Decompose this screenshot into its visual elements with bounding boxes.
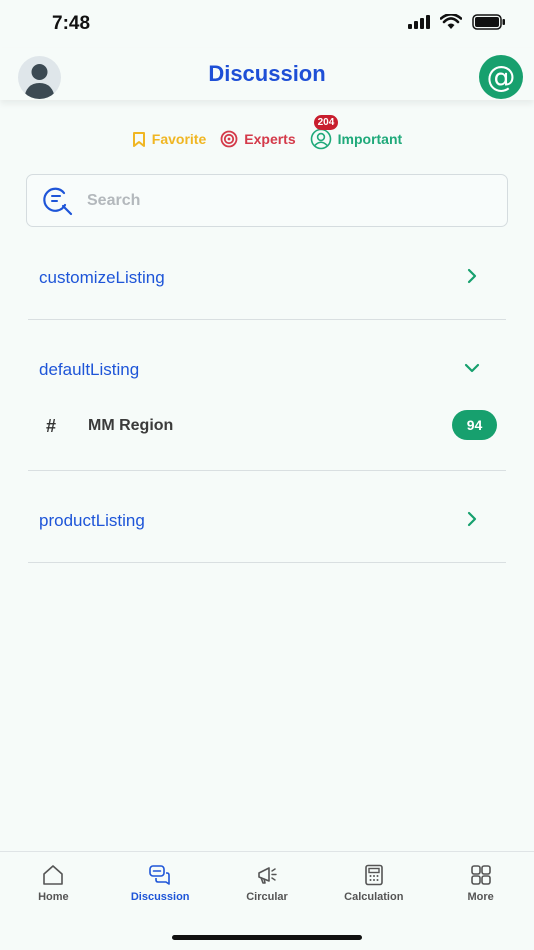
filter-bar: Favorite Experts 204 Important [0,115,534,150]
home-indicator [172,935,362,940]
chevron-right-icon [467,511,477,527]
filter-favorite[interactable]: Favorite [132,131,206,147]
section-customize-listing: customizeListing [28,262,506,292]
chevron-right-icon [467,268,477,284]
bottom-tab-bar: Home Discussion Circular Calculation Mor… [0,851,534,915]
tab-label: Discussion [130,891,190,903]
home-icon [43,865,64,885]
tab-circular[interactable]: Circular [214,852,321,915]
tab-calculation[interactable]: Calculation [320,852,427,915]
status-time: 7:48 [52,13,91,34]
user-circle-icon [310,128,331,150]
calculator-icon [364,864,383,886]
filter-favorite-label: Favorite [151,131,207,147]
filter-experts[interactable]: Experts [220,130,296,148]
filter-important-label: Important [337,131,403,147]
section-default-listing: defaultListing [28,354,506,384]
megaphone-icon [258,867,277,884]
battery-icon [472,14,505,30]
tab-label: More [467,891,494,903]
status-icons [408,14,506,30]
page-title: Discussion [208,61,326,86]
mention-button[interactable]: @ [479,55,523,99]
grid-icon [470,865,491,885]
wifi-icon [440,14,462,29]
channel-row-mm-region[interactable]: # MM Region 94 [28,406,506,446]
section-header-product-listing[interactable]: productListing [28,505,506,535]
hash-icon: # [46,416,57,436]
bookmark-icon [132,131,145,147]
divider [28,470,506,471]
section-header-default-listing[interactable]: defaultListing [28,354,506,384]
section-title: customizeListing [39,268,165,287]
divider [28,562,506,563]
search-box[interactable] [26,174,508,227]
tab-label: Calculation [344,891,404,903]
section-title: productListing [39,511,145,530]
search-input[interactable] [87,191,467,210]
divider [28,319,506,320]
chevron-down-icon [464,363,480,373]
section-header-customize-listing[interactable]: customizeListing [28,262,506,292]
signal-icon [408,15,430,29]
tab-home[interactable]: Home [0,852,107,915]
channel-name: MM Region [88,417,174,434]
tab-more[interactable]: More [427,852,534,915]
filter-experts-label: Experts [244,131,296,147]
unread-count-badge: 94 [452,410,497,440]
section-product-listing: productListing [28,505,506,535]
tab-label: Circular [246,891,288,903]
discussion-icon [149,865,170,885]
filter-important[interactable]: 204 Important [310,115,403,150]
notification-badge: 204 [313,115,339,130]
target-icon [220,130,238,148]
search-icon [43,187,73,215]
tab-discussion[interactable]: Discussion [107,852,214,915]
status-bar: 7:48 [0,0,534,48]
app-header: Discussion @ [0,48,534,100]
tab-label: Home [38,891,69,903]
section-title: defaultListing [39,360,140,379]
